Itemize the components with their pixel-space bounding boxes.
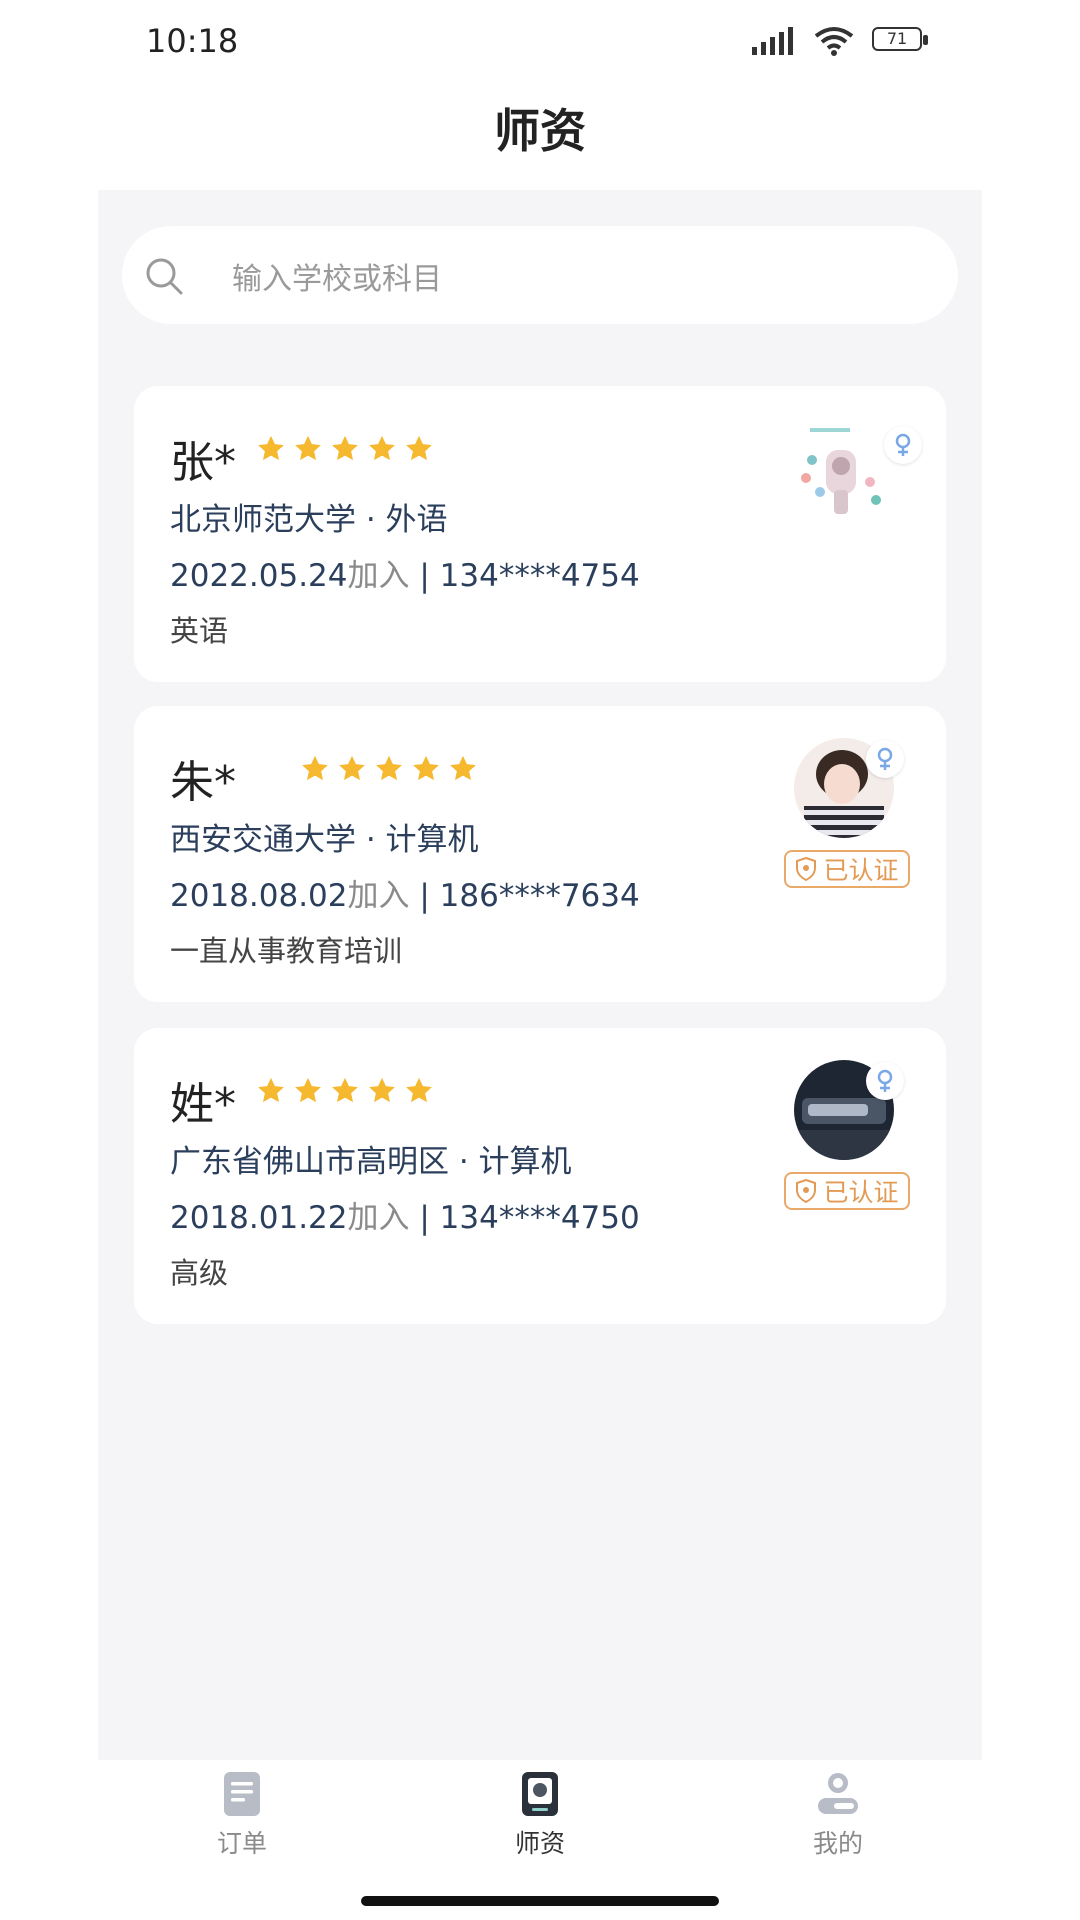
teacher-join-info: 2022.05.24加入 | 134****4754	[170, 550, 640, 595]
teacher-card[interactable]: 朱* 西安交通大学 · 计算机 2018.08.02加入 | 186****76…	[134, 706, 946, 1002]
wifi-icon	[814, 27, 854, 56]
star-icon	[295, 435, 321, 461]
join-date: 2018.08.02	[170, 878, 348, 914]
verified-label: 已认证	[823, 1178, 899, 1207]
teacher-note: 英语	[170, 614, 229, 648]
female-icon	[884, 426, 922, 464]
star-icon	[302, 755, 328, 781]
star-icon	[406, 435, 432, 461]
status-bar: 10:18 71	[0, 0, 1080, 90]
avatar-image	[801, 428, 881, 514]
tab-orders[interactable]: 订单	[162, 1770, 322, 1860]
female-icon	[866, 740, 904, 778]
star-icon	[295, 1077, 321, 1103]
star-icon	[339, 755, 365, 781]
profile-icon	[818, 1773, 858, 1814]
star-icon	[258, 1077, 284, 1103]
star-icon	[406, 1077, 432, 1103]
content-area: 输入学校或科目 张* 北京师范大学 · 外语 2022.05.24加入 | 13…	[98, 190, 982, 1760]
rating-stars	[256, 434, 434, 464]
teacher-join-info: 2018.08.02加入 | 186****7634	[170, 870, 640, 915]
battery-icon: 71	[872, 27, 930, 55]
page-title: 师资	[494, 104, 586, 158]
search-placeholder: 输入学校或科目	[232, 262, 442, 297]
star-icon	[332, 1077, 358, 1103]
teacher-card[interactable]: 姓* 广东省佛山市高明区 · 计算机 2018.01.22加入 | 134***…	[134, 1028, 946, 1324]
join-label: 加入	[347, 1200, 410, 1236]
verified-label: 已认证	[823, 856, 899, 885]
status-icons: 71	[752, 26, 930, 56]
join-separator: |	[409, 878, 440, 914]
order-icon	[224, 1772, 260, 1816]
star-icon	[369, 435, 395, 461]
rating-stars	[256, 1076, 434, 1106]
shield-icon	[796, 1179, 817, 1203]
teacher-name: 张*	[170, 437, 236, 488]
shield-icon	[796, 857, 817, 881]
star-icon	[258, 435, 284, 461]
star-icon	[450, 755, 476, 781]
teacher-name: 朱*	[170, 757, 236, 808]
search-icon	[146, 258, 183, 295]
tab-teachers[interactable]: 师资	[460, 1770, 620, 1860]
tab-label: 我的	[812, 1829, 863, 1858]
teacher-note: 一直从事教育培训	[170, 934, 403, 968]
teacher-phone: 134****4754	[439, 558, 640, 594]
teacher-school: 北京师范大学 · 外语	[170, 502, 448, 538]
star-icon	[413, 755, 439, 781]
teacher-name: 姓*	[170, 1079, 236, 1130]
teacher-join-info: 2018.01.22加入 | 134****4750	[170, 1192, 640, 1237]
female-icon	[866, 1062, 904, 1100]
teacher-phone: 134****4750	[439, 1200, 640, 1236]
join-date: 2018.01.22	[170, 1200, 348, 1236]
teacher-phone: 186****7634	[439, 878, 640, 914]
tab-label: 订单	[216, 1829, 267, 1858]
join-separator: |	[409, 558, 440, 594]
rating-stars	[300, 754, 478, 784]
status-time: 10:18	[146, 22, 239, 60]
teacher-school: 西安交通大学 · 计算机	[170, 822, 479, 858]
join-label: 加入	[347, 878, 410, 914]
tab-profile[interactable]: 我的	[758, 1770, 918, 1860]
star-icon	[369, 1077, 395, 1103]
join-separator: |	[409, 1200, 440, 1236]
teacher-icon	[522, 1772, 558, 1816]
star-icon	[332, 435, 358, 461]
join-date: 2022.05.24	[170, 558, 348, 594]
teacher-card[interactable]: 张* 北京师范大学 · 外语 2022.05.24加入 | 134****475…	[134, 386, 946, 682]
join-label: 加入	[347, 558, 410, 594]
signal-icon	[752, 27, 793, 55]
teacher-note: 高级	[170, 1256, 229, 1290]
star-icon	[376, 755, 402, 781]
verified-badge: 已认证	[784, 1172, 910, 1210]
verified-badge: 已认证	[784, 850, 910, 888]
home-indicator[interactable]	[361, 1896, 719, 1906]
teacher-school: 广东省佛山市高明区 · 计算机	[170, 1144, 572, 1180]
battery-level: 71	[886, 29, 908, 48]
tab-label: 师资	[514, 1829, 565, 1858]
search-input[interactable]: 输入学校或科目	[122, 226, 958, 324]
tab-bar: 订单 师资 我的	[98, 1760, 982, 1870]
avatar[interactable]	[794, 420, 894, 520]
